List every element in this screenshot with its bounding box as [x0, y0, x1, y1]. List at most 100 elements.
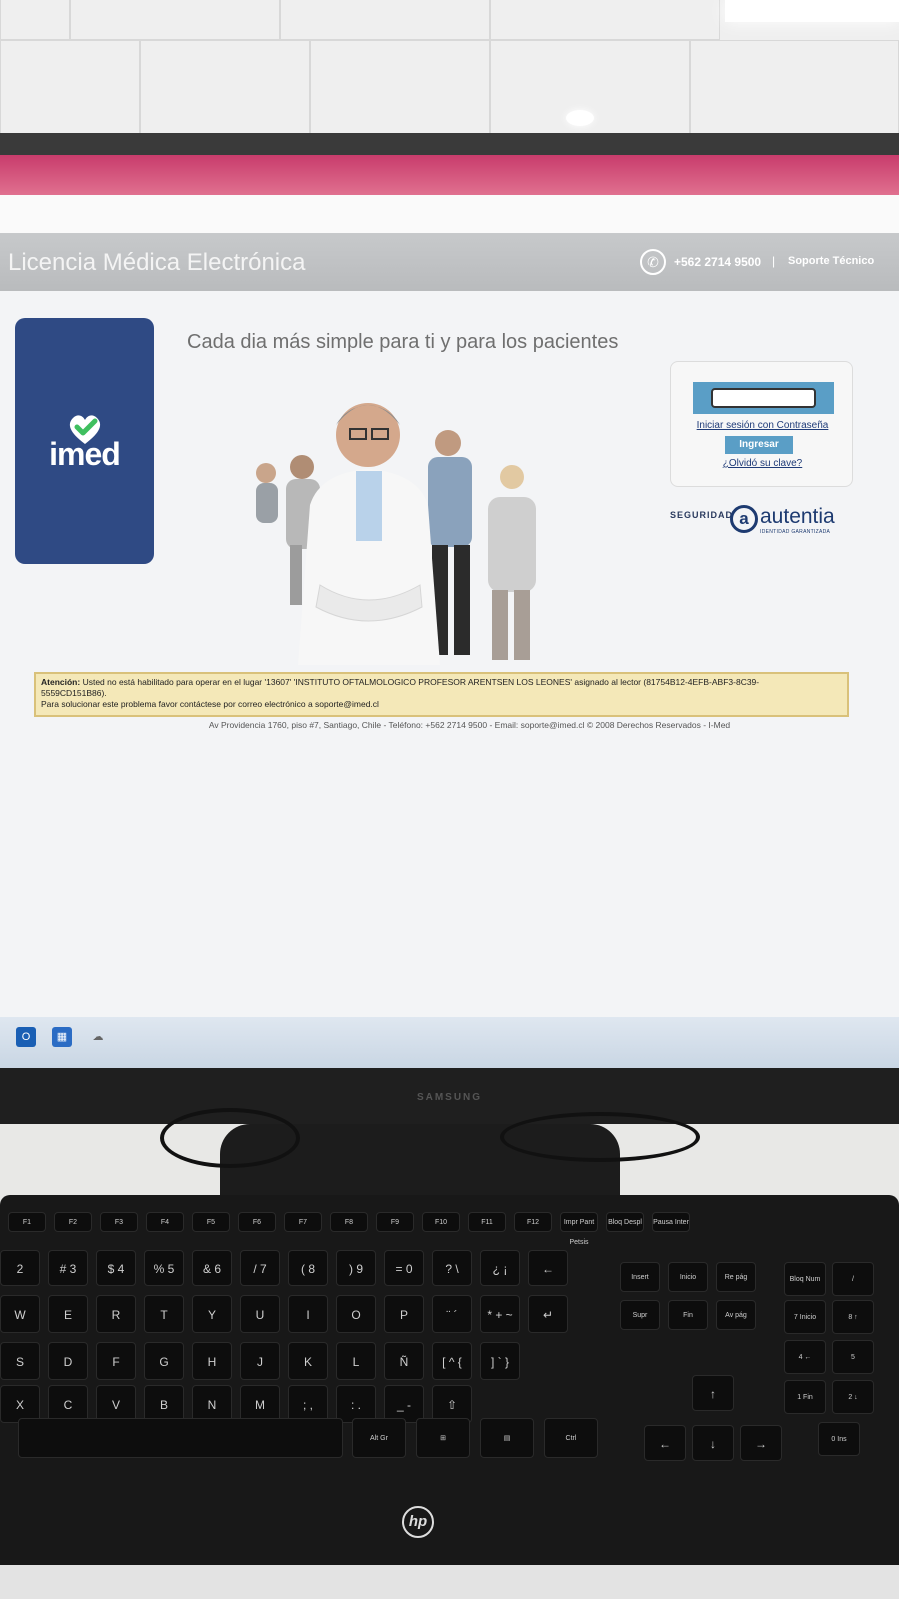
page-footer: Av Providencia 1760, piso #7, Santiago, … [208, 720, 731, 730]
key[interactable]: Re pág [716, 1262, 756, 1292]
key[interactable]: ) 9 [336, 1250, 376, 1286]
key[interactable]: F6 [238, 1212, 276, 1232]
outlook-icon[interactable]: O [16, 1027, 36, 1047]
key[interactable]: D [48, 1342, 88, 1380]
key[interactable]: Av pág [716, 1300, 756, 1330]
key[interactable]: Inicio [668, 1262, 708, 1292]
key[interactable]: O [336, 1295, 376, 1333]
key[interactable]: & 6 [192, 1250, 232, 1286]
key[interactable]: Supr [620, 1300, 660, 1330]
monitor-screen: Licencia Médica Electrónica ✆ +562 2714 … [0, 155, 899, 1068]
arrow-key[interactable]: ← [644, 1425, 686, 1461]
key[interactable]: F3 [100, 1212, 138, 1232]
key[interactable]: L [336, 1342, 376, 1380]
key[interactable]: ( 8 [288, 1250, 328, 1286]
network-icon[interactable]: ☁ [88, 1027, 108, 1047]
numpad-key[interactable]: 7 Inicio [784, 1300, 826, 1334]
numpad-key[interactable]: Bloq Num [784, 1262, 826, 1296]
key[interactable]: P [384, 1295, 424, 1333]
key[interactable]: K [288, 1342, 328, 1380]
monitor-brand: SAMSUNG [416, 1092, 483, 1103]
key[interactable]: F9 [376, 1212, 414, 1232]
key[interactable]: $ 4 [96, 1250, 136, 1286]
key[interactable]: F5 [192, 1212, 230, 1232]
password-field[interactable] [711, 388, 816, 408]
key[interactable]: = 0 [384, 1250, 424, 1286]
key[interactable]: S [0, 1342, 40, 1380]
key[interactable]: Y [192, 1295, 232, 1333]
numpad-key[interactable]: 2 ↓ [832, 1380, 874, 1414]
imed-logo: imed [15, 318, 154, 564]
key[interactable]: F7 [284, 1212, 322, 1232]
numpad-key[interactable]: 4 ← [784, 1340, 826, 1374]
windows-taskbar: O ▦ ☁ [0, 1017, 899, 1068]
space-bar[interactable] [18, 1418, 343, 1458]
key[interactable]: ⊞ [416, 1418, 470, 1458]
numpad-key[interactable]: 0 Ins [818, 1422, 860, 1456]
numpad-key[interactable]: 1 Fin [784, 1380, 826, 1414]
key[interactable]: F10 [422, 1212, 460, 1232]
warning-alert: Atención: Usted no está habilitado para … [34, 672, 849, 717]
arrow-key[interactable]: ↑ [692, 1375, 734, 1411]
arrow-key[interactable]: → [740, 1425, 782, 1461]
key[interactable]: H [192, 1342, 232, 1380]
key[interactable]: Alt Gr [352, 1418, 406, 1458]
key[interactable]: ↵ [528, 1295, 568, 1333]
key[interactable]: ¨ ´ [432, 1295, 472, 1333]
key[interactable]: [ ^ { [432, 1342, 472, 1380]
ceiling-spotlight [566, 110, 594, 126]
key[interactable]: I [288, 1295, 328, 1333]
key[interactable]: F2 [54, 1212, 92, 1232]
arrow-key[interactable]: ↓ [692, 1425, 734, 1461]
key[interactable]: F12 [514, 1212, 552, 1232]
desk-front [0, 1565, 899, 1599]
monitor-bezel-bottom: SAMSUNG [0, 1068, 899, 1124]
key[interactable]: Ctrl [544, 1418, 598, 1458]
numpad-key[interactable]: / [832, 1262, 874, 1296]
key[interactable]: R [96, 1295, 136, 1333]
key[interactable]: Ñ [384, 1342, 424, 1380]
autentia-logo-text: autentia [760, 505, 835, 528]
key[interactable]: Bloq Despl [606, 1212, 644, 1232]
numpad-key[interactable]: 5 [832, 1340, 874, 1374]
key[interactable]: E [48, 1295, 88, 1333]
password-login-link[interactable]: Iniciar sesión con Contraseña [671, 420, 854, 431]
numpad-key[interactable]: 8 ↑ [832, 1300, 874, 1334]
key[interactable]: Impr Pant Petsis [560, 1212, 598, 1246]
key[interactable]: * + ~ [480, 1295, 520, 1333]
key[interactable]: F8 [330, 1212, 368, 1232]
support-link[interactable]: Soporte Técnico [788, 255, 874, 267]
autentia-logo-icon: a [730, 505, 758, 533]
login-button[interactable]: Ingresar [725, 436, 793, 454]
tagline: Cada dia más simple para ti y para los p… [187, 331, 619, 353]
key[interactable]: G [144, 1342, 184, 1380]
app-grid-icon[interactable]: ▦ [52, 1027, 72, 1047]
page-title: Licencia Médica Electrónica [8, 249, 306, 276]
key[interactable]: ? \ [432, 1250, 472, 1286]
forgot-password-link[interactable]: ¿Olvidó su clave? [671, 458, 854, 469]
key[interactable]: # 3 [48, 1250, 88, 1286]
key[interactable]: Insert [620, 1262, 660, 1292]
key[interactable]: W [0, 1295, 40, 1333]
key[interactable]: Pausa Inter [652, 1212, 690, 1232]
key[interactable]: F [96, 1342, 136, 1380]
key[interactable]: U [240, 1295, 280, 1333]
key[interactable]: / 7 [240, 1250, 280, 1286]
key[interactable]: % 5 [144, 1250, 184, 1286]
key[interactable]: J [240, 1342, 280, 1380]
key[interactable]: ← [528, 1250, 568, 1286]
alert-line-3: Para solucionar este problema favor cont… [41, 699, 379, 709]
key[interactable]: T [144, 1295, 184, 1333]
key[interactable]: ▤ [480, 1418, 534, 1458]
key[interactable]: ¿ ¡ [480, 1250, 520, 1286]
cable [160, 1108, 300, 1168]
support-phone[interactable]: +562 2714 9500 [674, 255, 761, 269]
key[interactable]: F4 [146, 1212, 184, 1232]
cable [500, 1112, 700, 1162]
key[interactable]: 2 [0, 1250, 40, 1286]
ceiling-lamp [725, 0, 899, 22]
key[interactable]: ] ` } [480, 1342, 520, 1380]
key[interactable]: Fin [668, 1300, 708, 1330]
key[interactable]: F11 [468, 1212, 506, 1232]
key[interactable]: F1 [8, 1212, 46, 1232]
